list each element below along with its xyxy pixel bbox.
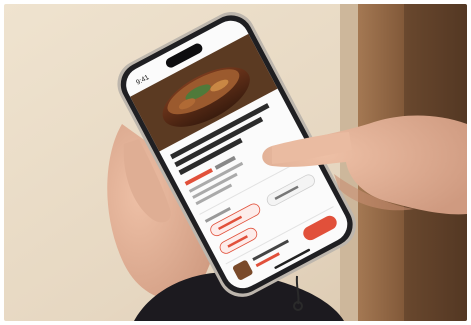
photo-frame: 9:41: [4, 4, 467, 321]
scene-photo: 9:41: [4, 4, 467, 321]
